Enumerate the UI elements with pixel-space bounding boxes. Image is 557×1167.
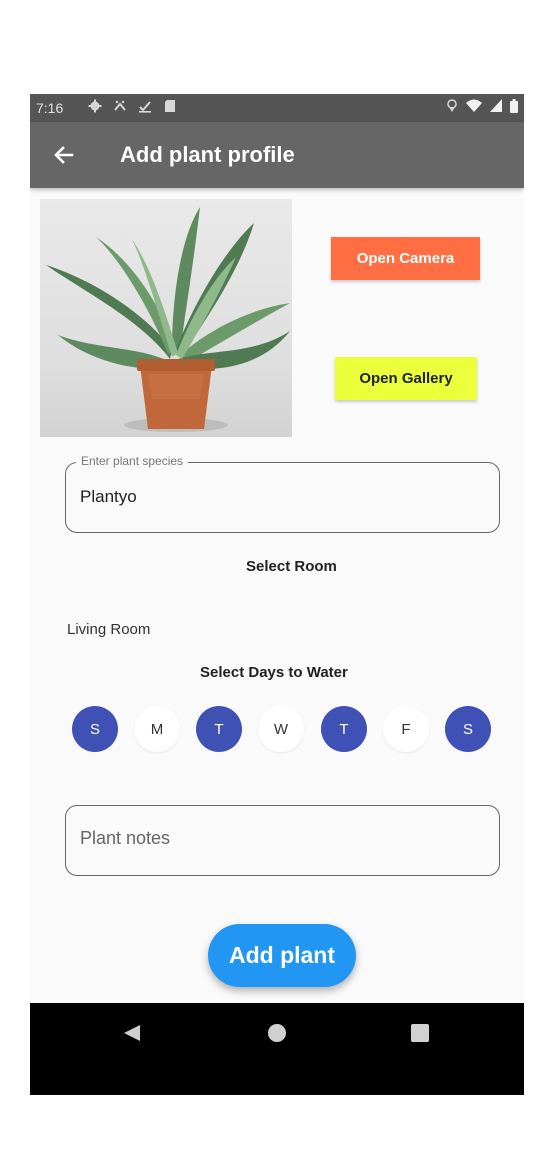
plant-notes-field[interactable]: [65, 805, 500, 876]
plant-photo: [40, 199, 292, 437]
system-nav-bar: [30, 1003, 524, 1095]
sd-card-icon: [165, 100, 175, 112]
arrow-back-icon[interactable]: [52, 143, 76, 167]
plant-notes-input[interactable]: [80, 828, 480, 849]
day-toggle-wednesday[interactable]: W: [258, 706, 304, 752]
plant-species-value[interactable]: Plantyo: [80, 487, 137, 507]
battery-icon: [510, 99, 518, 113]
add-plant-button[interactable]: Add plant: [208, 924, 356, 987]
phone-screen: 7:16 Add plant profile Open Camera Open …: [30, 94, 524, 1095]
select-room-label: Select Room: [246, 558, 337, 575]
signal-icon: [490, 99, 502, 112]
select-days-label: Select Days to Water: [200, 664, 348, 681]
app-bar: Add plant profile: [30, 122, 524, 188]
page-title: Add plant profile: [120, 142, 295, 167]
open-camera-button[interactable]: Open Camera: [331, 237, 480, 280]
gear-icon: [88, 99, 102, 113]
day-toggle-sunday[interactable]: S: [72, 706, 118, 752]
status-left-icons: [88, 99, 177, 113]
home-circle-icon[interactable]: [267, 1023, 287, 1043]
watering-days: S M T W T F S: [72, 706, 492, 752]
day-toggle-thursday[interactable]: T: [321, 706, 367, 752]
status-bar: 7:16: [30, 94, 524, 122]
plant-species-field[interactable]: Enter plant species Plantyo: [65, 454, 500, 533]
day-toggle-saturday[interactable]: S: [445, 706, 491, 752]
back-triangle-icon[interactable]: [122, 1023, 142, 1043]
day-toggle-monday[interactable]: M: [134, 706, 180, 752]
wifi-icon: [466, 99, 482, 112]
cast-icon: [114, 100, 126, 111]
room-dropdown-value[interactable]: Living Room: [67, 621, 150, 638]
status-time: 7:16: [36, 100, 64, 116]
potted-plant-image: [46, 207, 290, 432]
open-gallery-button[interactable]: Open Gallery: [335, 357, 477, 400]
plant-species-label: Enter plant species: [76, 454, 189, 468]
day-toggle-tuesday[interactable]: T: [196, 706, 242, 752]
download-icon: [139, 101, 151, 113]
recents-square-icon[interactable]: [410, 1023, 430, 1043]
status-right-icons: [446, 99, 518, 113]
day-toggle-friday[interactable]: F: [383, 706, 429, 752]
location-icon: [447, 99, 457, 112]
